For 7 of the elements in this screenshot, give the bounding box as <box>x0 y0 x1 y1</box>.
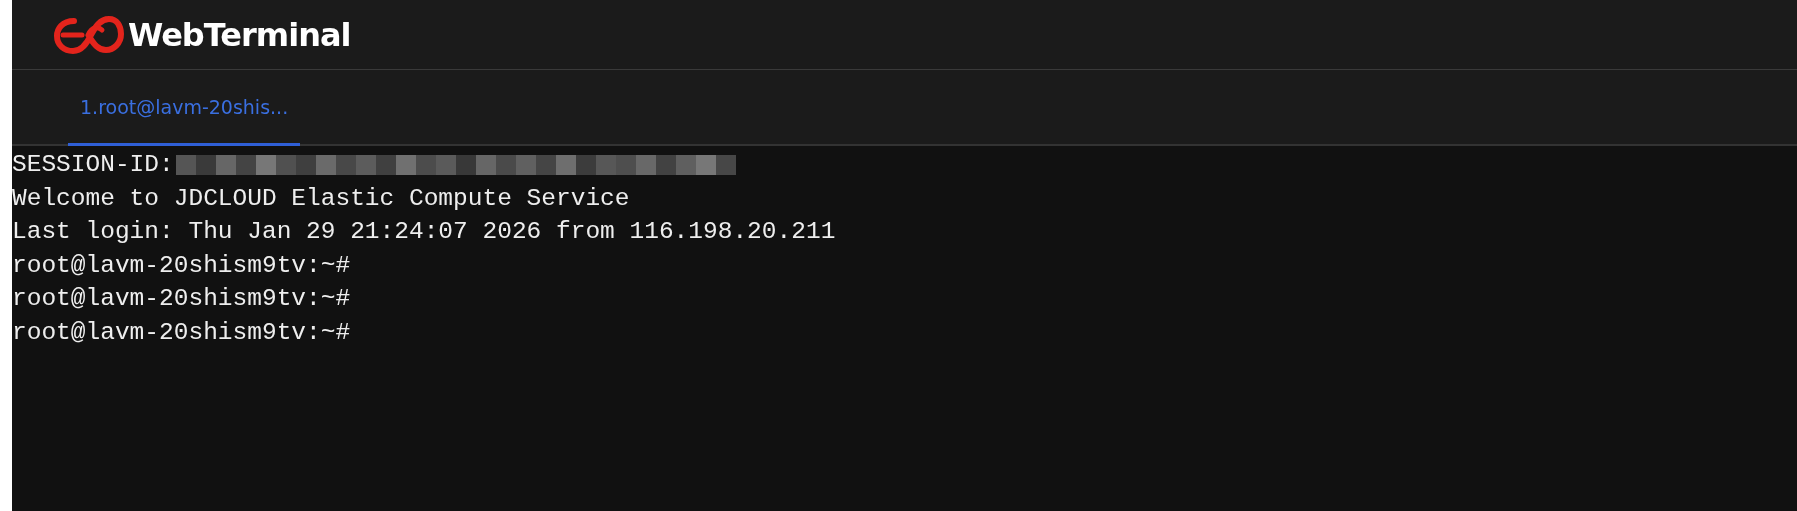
app-title: WebTerminal <box>128 15 351 54</box>
terminal-line: Welcome to JDCLOUD Elastic Compute Service <box>12 183 630 214</box>
terminal-line: SESSION-ID: <box>12 150 174 180</box>
terminal-line: root@lavm-20shism9tv:~# <box>12 317 351 348</box>
terminal-line: root@lavm-20shism9tv:~# <box>12 284 351 314</box>
terminal-line: root@lavm-20shism9tv:~# <box>12 250 351 281</box>
terminal-line: Last login: Thu Jan 29 21:24:07 2026 from 116.198.20.211 <box>12 217 836 247</box>
